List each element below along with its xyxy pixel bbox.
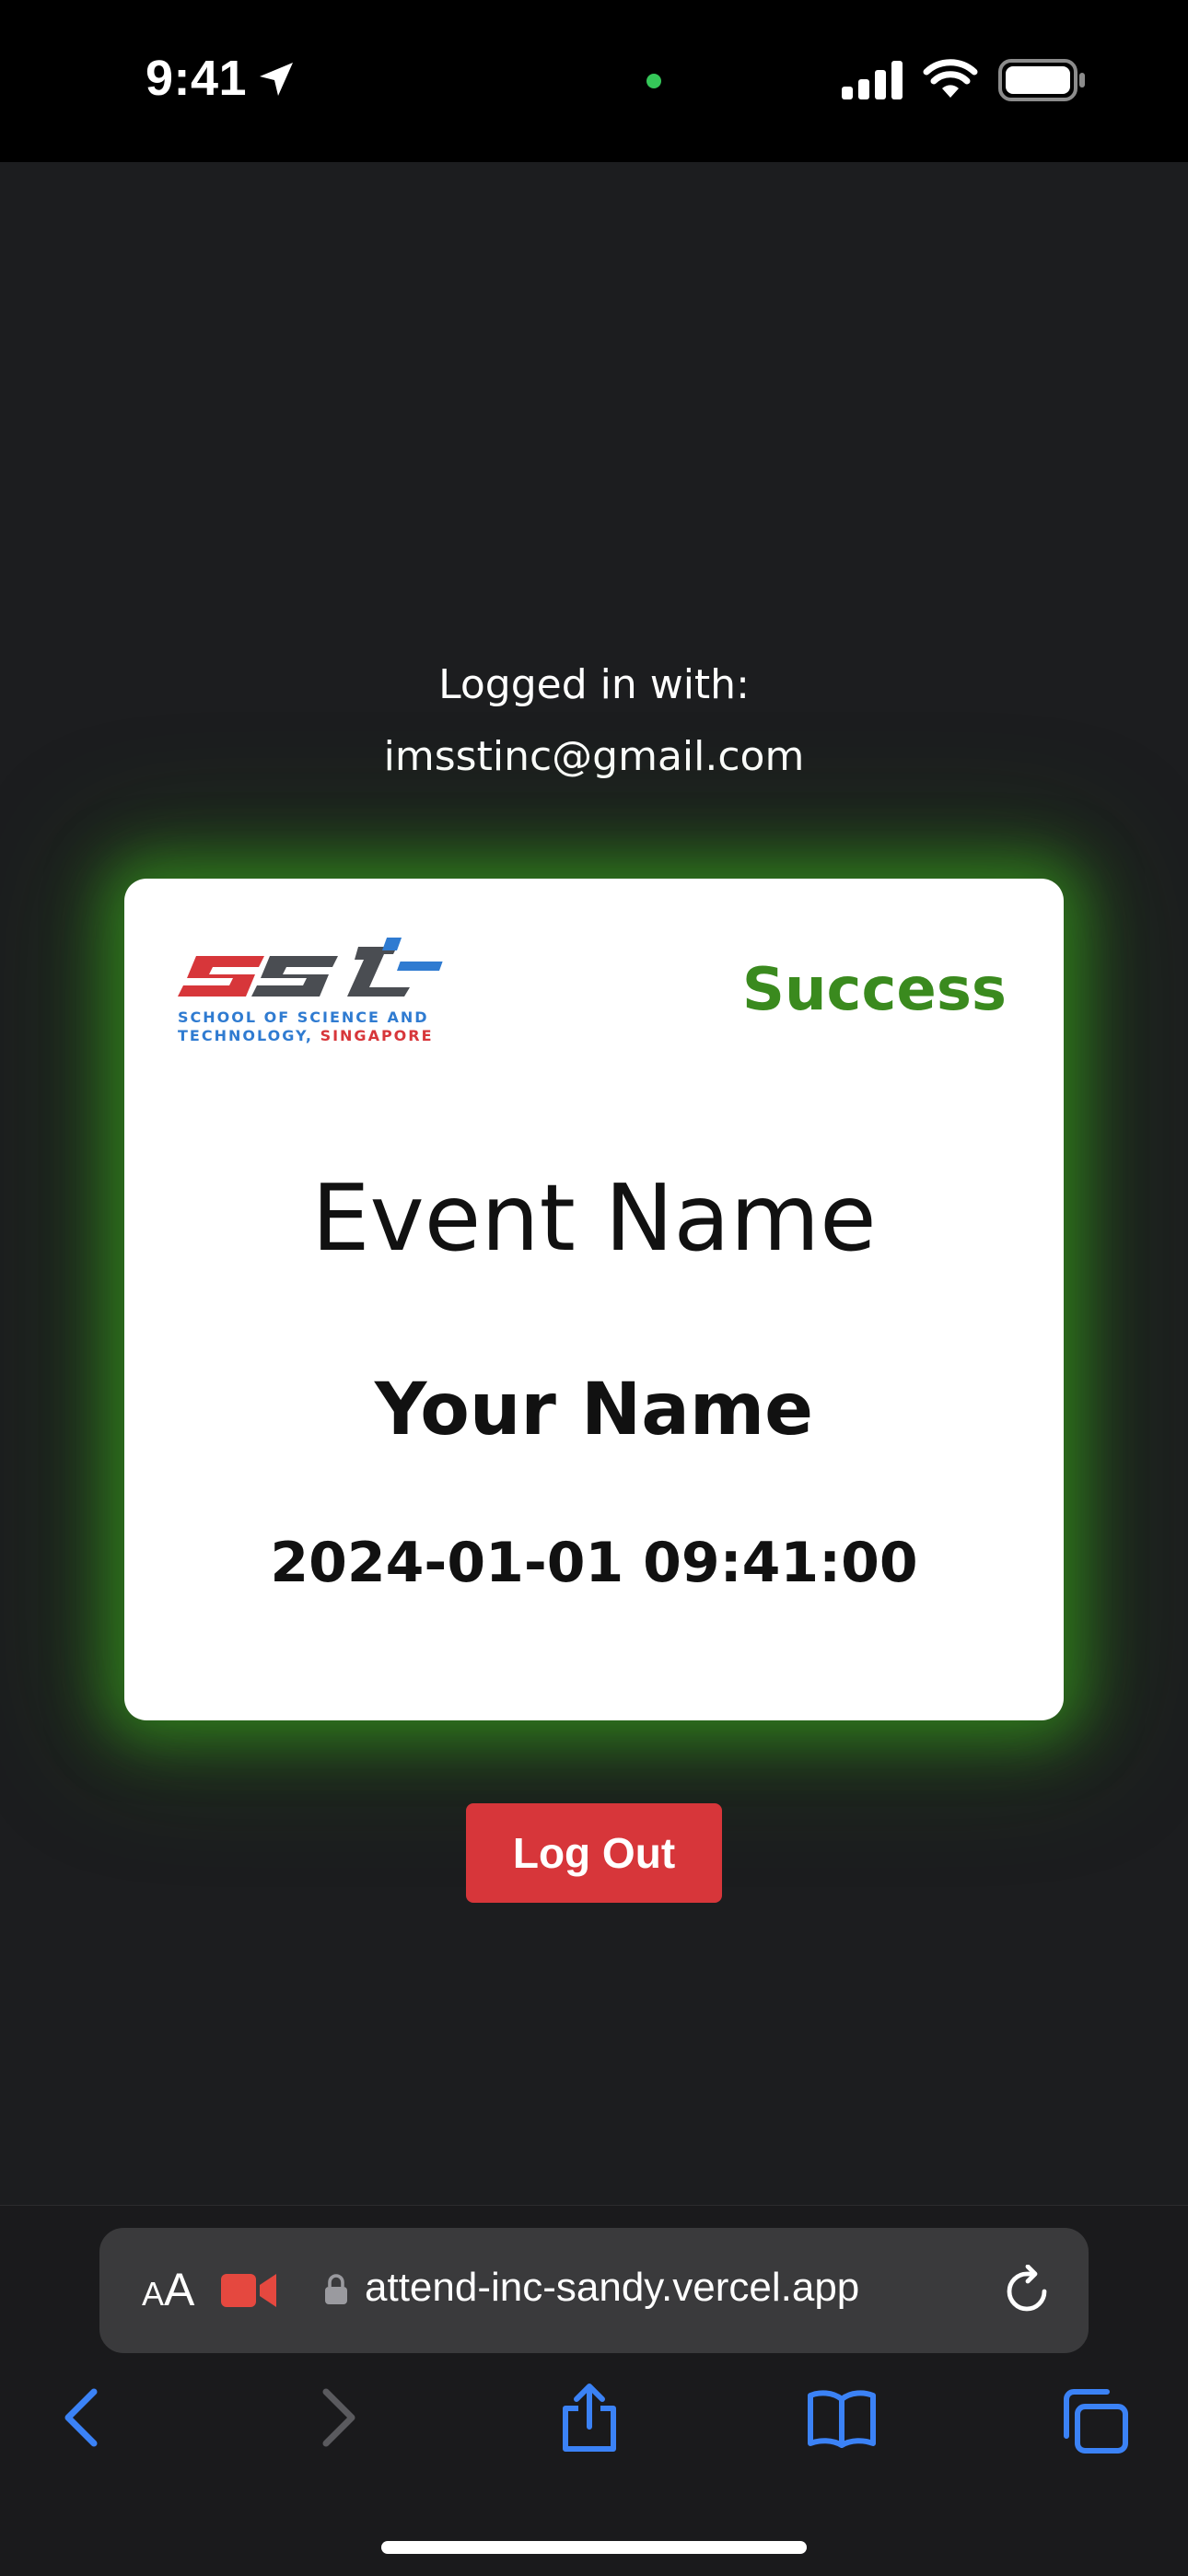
wifi-icon: [923, 59, 978, 98]
attendee-name: Your Name: [374, 1369, 814, 1451]
cellular-signal-icon: [842, 61, 903, 99]
logged-in-email: imsstinc@gmail.com: [383, 733, 805, 780]
battery-icon: [998, 59, 1085, 101]
camera-indicator-icon: [646, 74, 661, 88]
svg-text:TECHNOLOGY, SINGAPORE: TECHNOLOGY, SINGAPORE: [178, 1027, 434, 1044]
tabs-icon[interactable]: [1059, 2388, 1129, 2454]
event-name: Event Name: [311, 1164, 877, 1272]
forward-icon[interactable]: [315, 2388, 363, 2447]
video-icon[interactable]: [221, 2270, 276, 2311]
back-icon[interactable]: [57, 2388, 105, 2447]
home-indicator: [381, 2541, 807, 2554]
browser-toolbar: AA attend-inc-sandy.vercel.app: [0, 2205, 1188, 2576]
url-text[interactable]: attend-inc-sandy.vercel.app: [365, 2265, 859, 2311]
attendance-card: SCHOOL OF SCIENCE AND TECHNOLOGY, SINGAP…: [124, 879, 1064, 1720]
svg-text:SCHOOL OF SCIENCE AND: SCHOOL OF SCIENCE AND: [178, 1008, 429, 1026]
status-bar: 9:41: [0, 0, 1188, 162]
logged-in-label: Logged in with:: [438, 661, 750, 708]
attendance-timestamp: 2024-01-01 09:41:00: [270, 1531, 918, 1595]
reload-icon[interactable]: [1000, 2265, 1054, 2318]
lock-icon: [325, 2274, 347, 2304]
address-bar[interactable]: AA attend-inc-sandy.vercel.app: [99, 2228, 1089, 2353]
text-size-icon[interactable]: AA: [142, 2263, 194, 2316]
location-arrow-icon: [260, 63, 293, 96]
status-badge: Success: [741, 956, 1007, 1024]
bookmarks-icon[interactable]: [807, 2388, 877, 2449]
status-time: 9:41: [146, 51, 248, 106]
sst-logo: SCHOOL OF SCIENCE AND TECHNOLOGY, SINGAP…: [178, 938, 443, 1044]
share-icon[interactable]: [556, 2383, 623, 2453]
logout-button[interactable]: Log Out: [466, 1803, 722, 1903]
